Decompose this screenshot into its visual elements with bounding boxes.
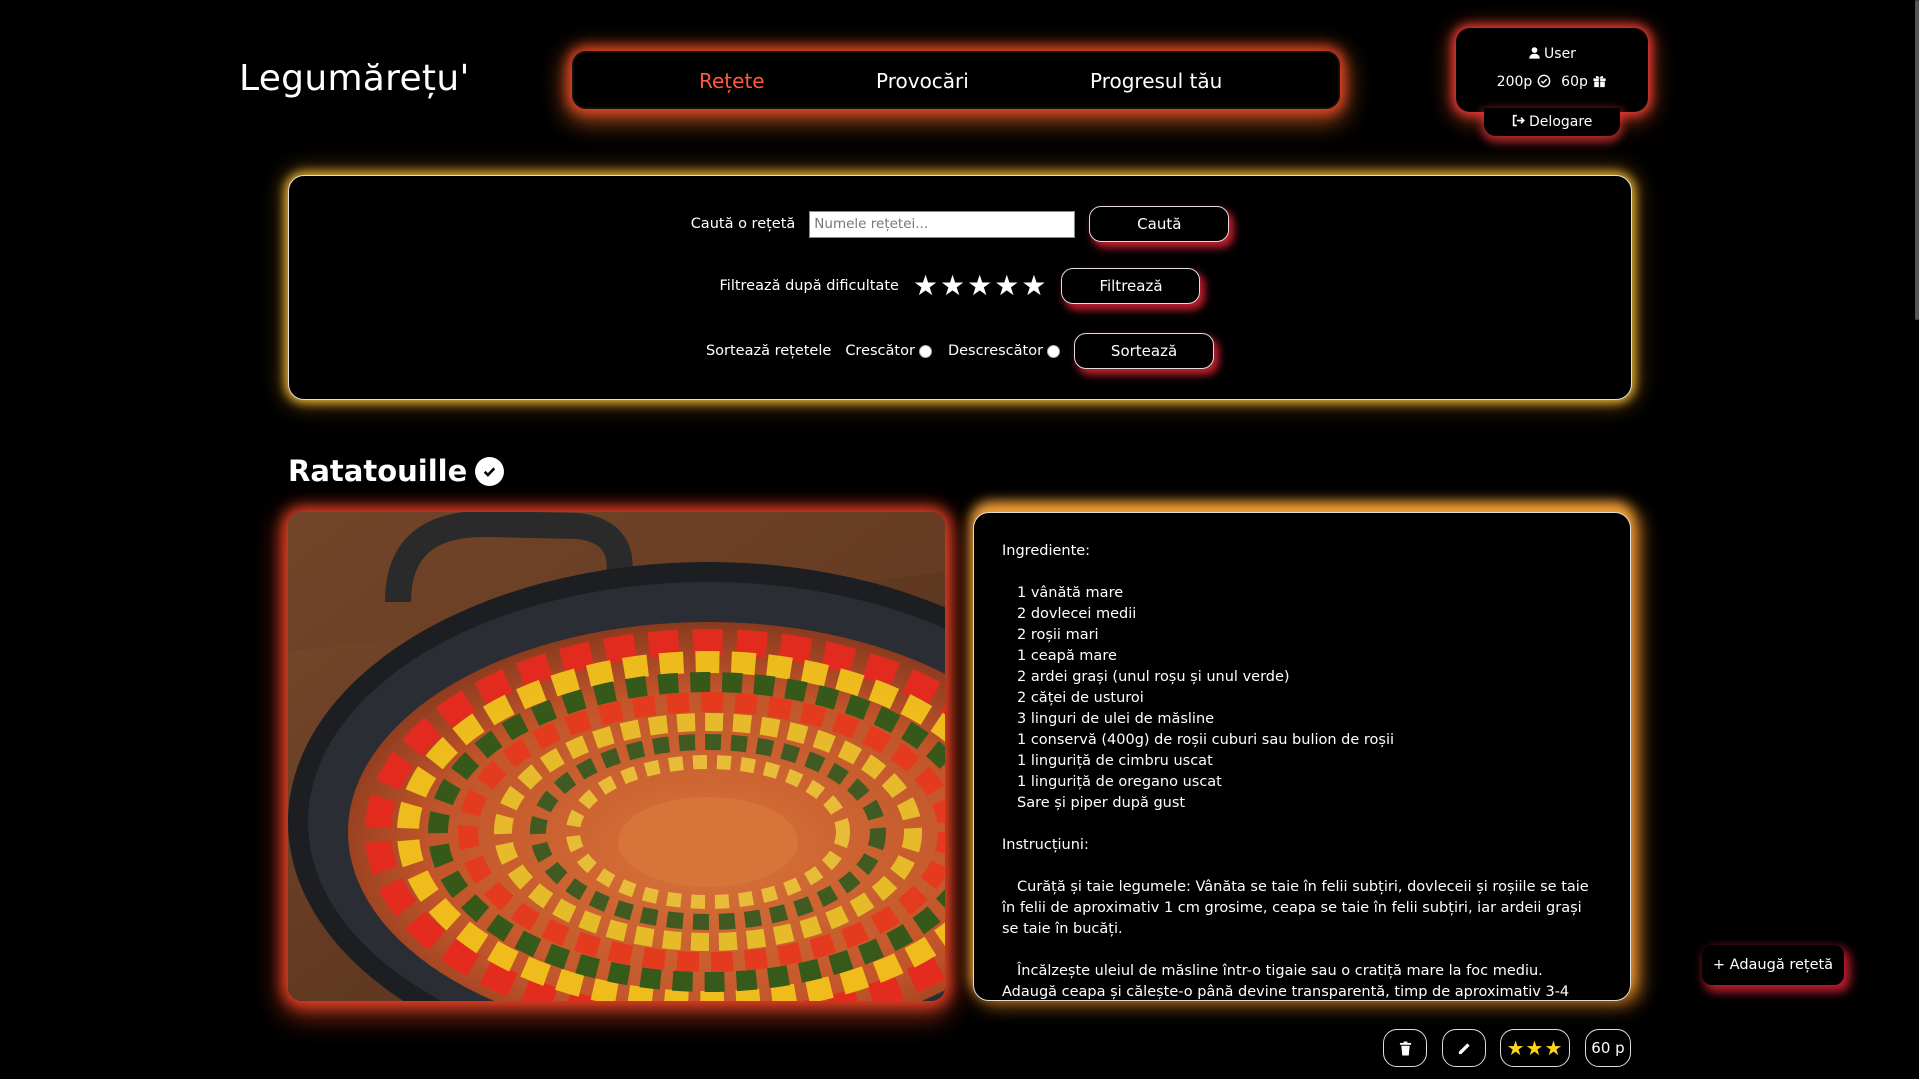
- pencil-icon: [1458, 1042, 1470, 1054]
- search-panel: Caută o rețetă Caută Filtrează după difi…: [288, 175, 1632, 400]
- sort-button[interactable]: Sortează: [1074, 333, 1215, 369]
- user-icon: [1529, 47, 1540, 59]
- user-name: User: [1544, 46, 1576, 62]
- user-challenge-points: 60p: [1561, 74, 1588, 90]
- user-points-row: 200p 60p: [1456, 74, 1648, 90]
- star-icon[interactable]: ★: [967, 272, 992, 300]
- instruction-step: Curăță și taie legumele: Vânăta se taie …: [1002, 879, 1589, 937]
- star-icon[interactable]: ★: [940, 272, 965, 300]
- add-recipe-button[interactable]: + Adaugă rețetă: [1702, 945, 1844, 985]
- recipe-details: Ingrediente: 1 vânătă mare 2 dovlecei me…: [973, 512, 1631, 1001]
- recipe-title-text: Ratatouille: [288, 454, 468, 488]
- search-row: Caută o rețetă Caută: [289, 206, 1631, 242]
- filter-row: Filtrează după dificultate ★ ★ ★ ★ ★ Fil…: [289, 268, 1631, 304]
- difficulty-rating: ★ ★ ★: [1500, 1029, 1570, 1067]
- main-nav: Rețete Provocări Progresul tău: [572, 51, 1340, 109]
- star-icon: ★: [1544, 1036, 1564, 1060]
- list-item: 1 linguriță de cimbru uscat: [1017, 753, 1213, 769]
- logout-label: Delogare: [1529, 114, 1593, 130]
- star-icon: ★: [1525, 1036, 1545, 1060]
- list-item: Sare și piper după gust: [1017, 795, 1186, 811]
- sort-asc-radio[interactable]: [918, 344, 932, 358]
- ratatouille-image: [288, 512, 945, 1001]
- gift-icon: [1593, 76, 1606, 88]
- sort-desc-label: Descrescător: [947, 343, 1044, 359]
- user-panel: User 200p 60p: [1456, 28, 1648, 112]
- nav-item-recipes[interactable]: Rețete: [699, 53, 765, 109]
- ingredients-heading: Ingrediente:: [1002, 543, 1091, 559]
- list-item: 2 ardei grași (unul roșu și unul verde): [1017, 669, 1290, 685]
- difficulty-stars: ★ ★ ★ ★ ★: [913, 272, 1047, 300]
- recipe-photo: [288, 512, 945, 1001]
- star-icon[interactable]: ★: [913, 272, 938, 300]
- delete-button[interactable]: [1383, 1029, 1427, 1067]
- sort-asc-label: Crescător: [845, 343, 915, 359]
- star-icon[interactable]: ★: [994, 272, 1019, 300]
- search-input[interactable]: [809, 210, 1076, 238]
- list-item: 1 linguriță de oregano uscat: [1017, 774, 1222, 790]
- search-label: Caută o rețetă: [690, 216, 796, 232]
- star-icon[interactable]: ★: [1021, 272, 1046, 300]
- sort-desc-radio[interactable]: [1047, 344, 1061, 358]
- list-item: 2 dovlecei medii: [1017, 606, 1137, 622]
- site-logo[interactable]: Legumărețu': [239, 58, 470, 99]
- user-name-row: User: [1456, 46, 1648, 62]
- page-scrollbar[interactable]: [1915, 0, 1919, 320]
- user-points: 200p: [1496, 74, 1533, 90]
- ingredients-list: 1 vânătă mare 2 dovlecei medii 2 roșii m…: [1002, 583, 1602, 814]
- recipe-title: Ratatouille: [288, 454, 505, 488]
- filter-label: Filtrează după dificultate: [719, 278, 899, 294]
- points-badge: 60 p: [1585, 1029, 1631, 1067]
- nav-item-challenges[interactable]: Provocări: [876, 53, 969, 109]
- star-icon: ★: [1506, 1036, 1526, 1060]
- sort-row: Sortează rețetele Crescător Descrescător…: [289, 333, 1631, 369]
- list-item: 1 ceapă mare: [1017, 648, 1117, 664]
- list-item: 3 linguri de ulei de măsline: [1017, 711, 1215, 727]
- list-item: 1 conservă (400g) de roșii cuburi sau bu…: [1017, 732, 1395, 748]
- list-item: 2 căței de usturoi: [1017, 690, 1144, 706]
- instruction-step: Încălzește uleiul de măsline într-o tiga…: [1002, 963, 1570, 1000]
- list-item: 2 roșii mari: [1017, 627, 1099, 643]
- sort-label: Sortează rețetele: [705, 343, 832, 359]
- logout-button[interactable]: Delogare: [1484, 108, 1620, 136]
- list-item: 1 vânătă mare: [1017, 585, 1124, 601]
- trash-icon: [1399, 1041, 1411, 1055]
- edit-button[interactable]: [1442, 1029, 1486, 1067]
- instructions-heading: Instrucțiuni:: [1002, 837, 1089, 853]
- check-circle-icon: [1537, 74, 1551, 88]
- search-button[interactable]: Caută: [1089, 206, 1230, 242]
- check-circle-icon: [475, 456, 505, 486]
- logout-icon: [1512, 114, 1525, 127]
- nav-item-progress[interactable]: Progresul tău: [1090, 53, 1222, 109]
- filter-button[interactable]: Filtrează: [1061, 268, 1201, 304]
